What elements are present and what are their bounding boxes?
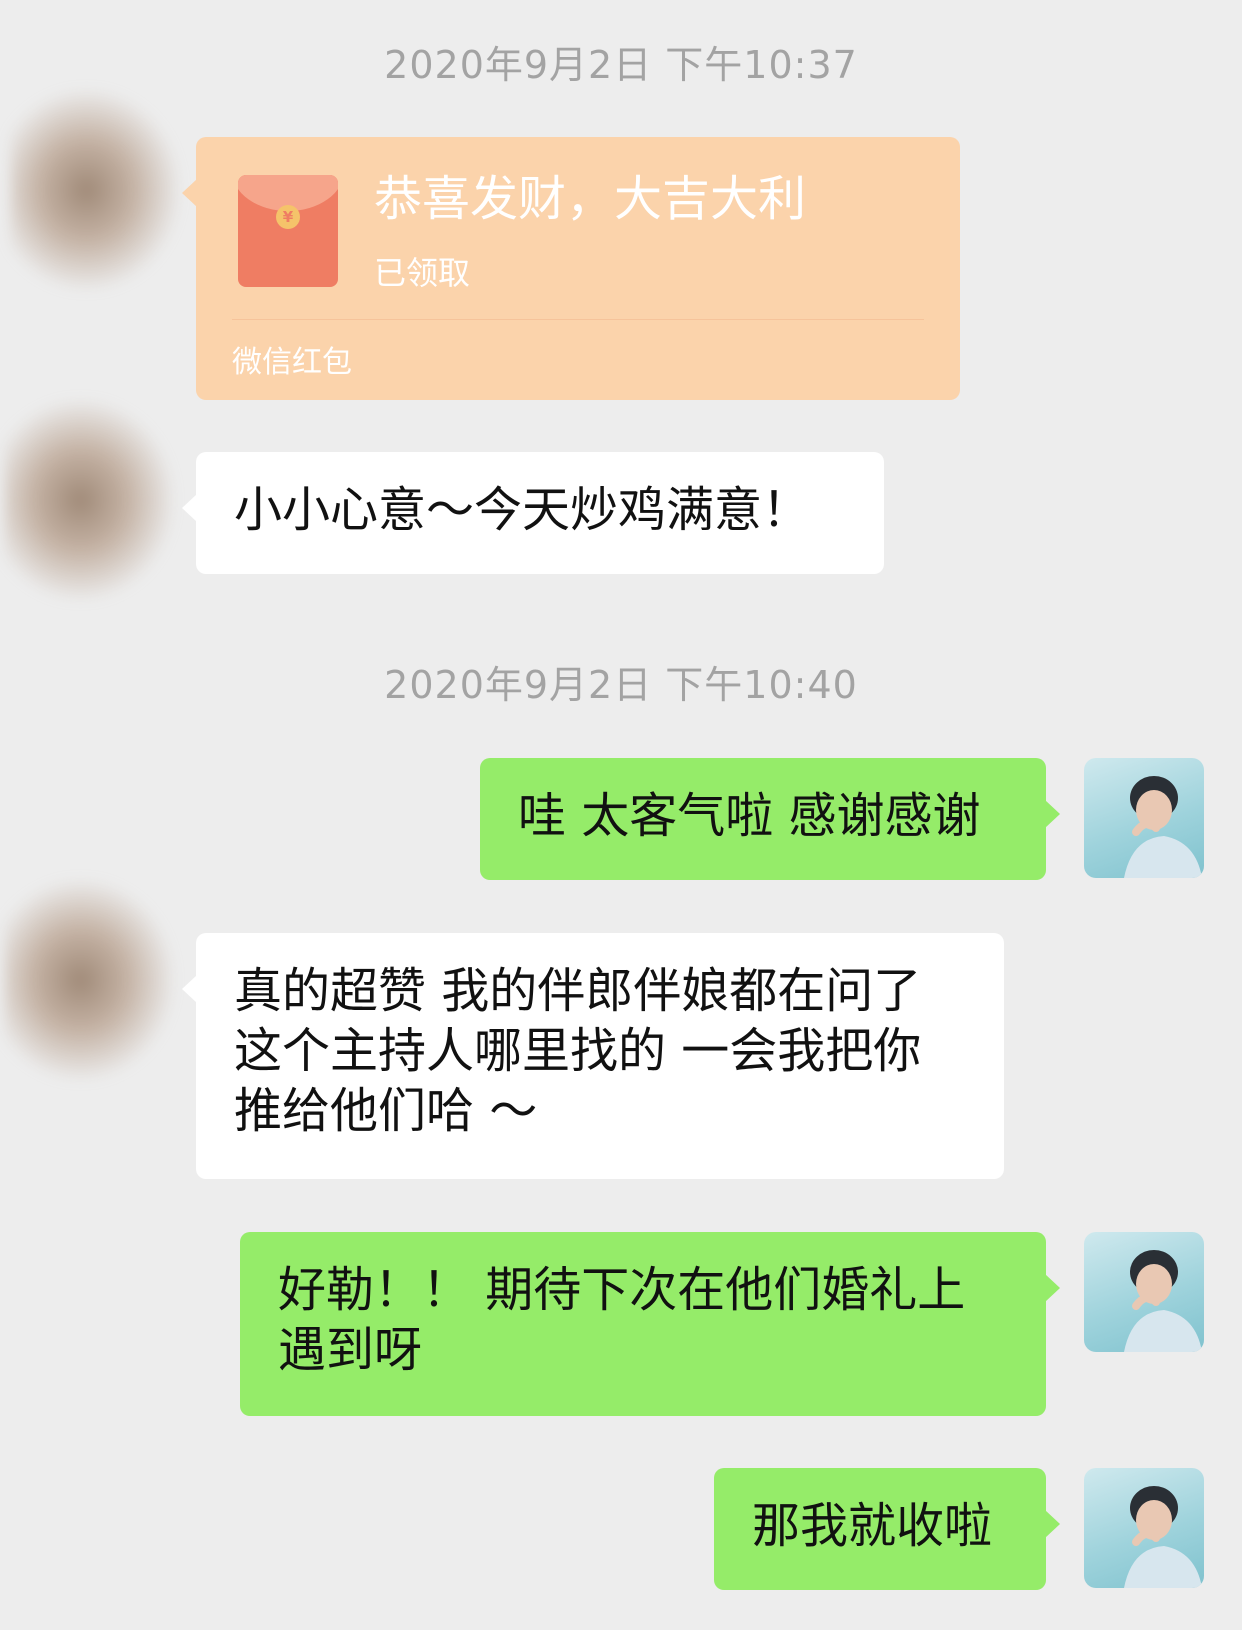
bubble-tail <box>1045 1510 1060 1538</box>
message-text: 那我就收啦 <box>752 1498 993 1554</box>
profile-photo-icon <box>1124 1250 1202 1352</box>
contact-avatar[interactable] <box>10 90 180 290</box>
red-packet-title: 恭喜发财，大吉大利 <box>374 171 807 227</box>
contact-avatar[interactable] <box>4 400 174 600</box>
bubble-tail <box>182 179 197 207</box>
bubble-tail <box>1045 1274 1060 1302</box>
self-avatar[interactable] <box>1084 1468 1204 1588</box>
red-packet-label: 微信红包 <box>232 345 352 380</box>
message-text-line: 推给他们哈 ～ <box>234 1083 538 1139</box>
message-text-line: 这个主持人哪里找的 一会我把你 <box>234 1023 922 1079</box>
contact-avatar[interactable] <box>4 880 174 1080</box>
message-text: 小小心意～今天炒鸡满意！ <box>234 482 811 538</box>
profile-photo-icon <box>1124 776 1202 878</box>
message-bubble[interactable]: 小小心意～今天炒鸡满意！ <box>182 452 884 574</box>
self-avatar[interactable] <box>1084 758 1204 878</box>
message-bubble[interactable]: 那我就收啦 <box>714 1468 1060 1590</box>
message-text-line: 真的超赞 我的伴郎伴娘都在问了 <box>234 963 922 1019</box>
divider <box>232 319 924 320</box>
message-bubble[interactable]: 好勒！！ 期待下次在他们婚礼上 遇到呀 <box>240 1232 1060 1416</box>
bubble-tail <box>1045 800 1060 828</box>
red-envelope-icon: ¥ <box>238 175 338 287</box>
message-text-line: 好勒！！ 期待下次在他们婚礼上 <box>278 1262 966 1318</box>
red-packet-message[interactable]: ¥ 恭喜发财，大吉大利 已领取 微信红包 <box>182 137 960 400</box>
message-bubble[interactable]: 真的超赞 我的伴郎伴娘都在问了 这个主持人哪里找的 一会我把你 推给他们哈 ～ <box>182 933 1004 1179</box>
bubble-tail <box>182 975 197 1003</box>
profile-photo-icon <box>1124 1486 1202 1588</box>
message-text-line: 遇到呀 <box>278 1322 423 1378</box>
red-packet-status: 已领取 <box>374 254 471 292</box>
timestamp: 2020年9月2日 下午10:37 <box>384 43 858 87</box>
timestamp: 2020年9月2日 下午10:40 <box>384 663 858 707</box>
message-text: 哇 太客气啦 感谢感谢 <box>518 788 981 844</box>
self-avatar[interactable] <box>1084 1232 1204 1352</box>
message-bubble[interactable]: 哇 太客气啦 感谢感谢 <box>480 758 1060 880</box>
bubble-tail <box>182 494 197 522</box>
